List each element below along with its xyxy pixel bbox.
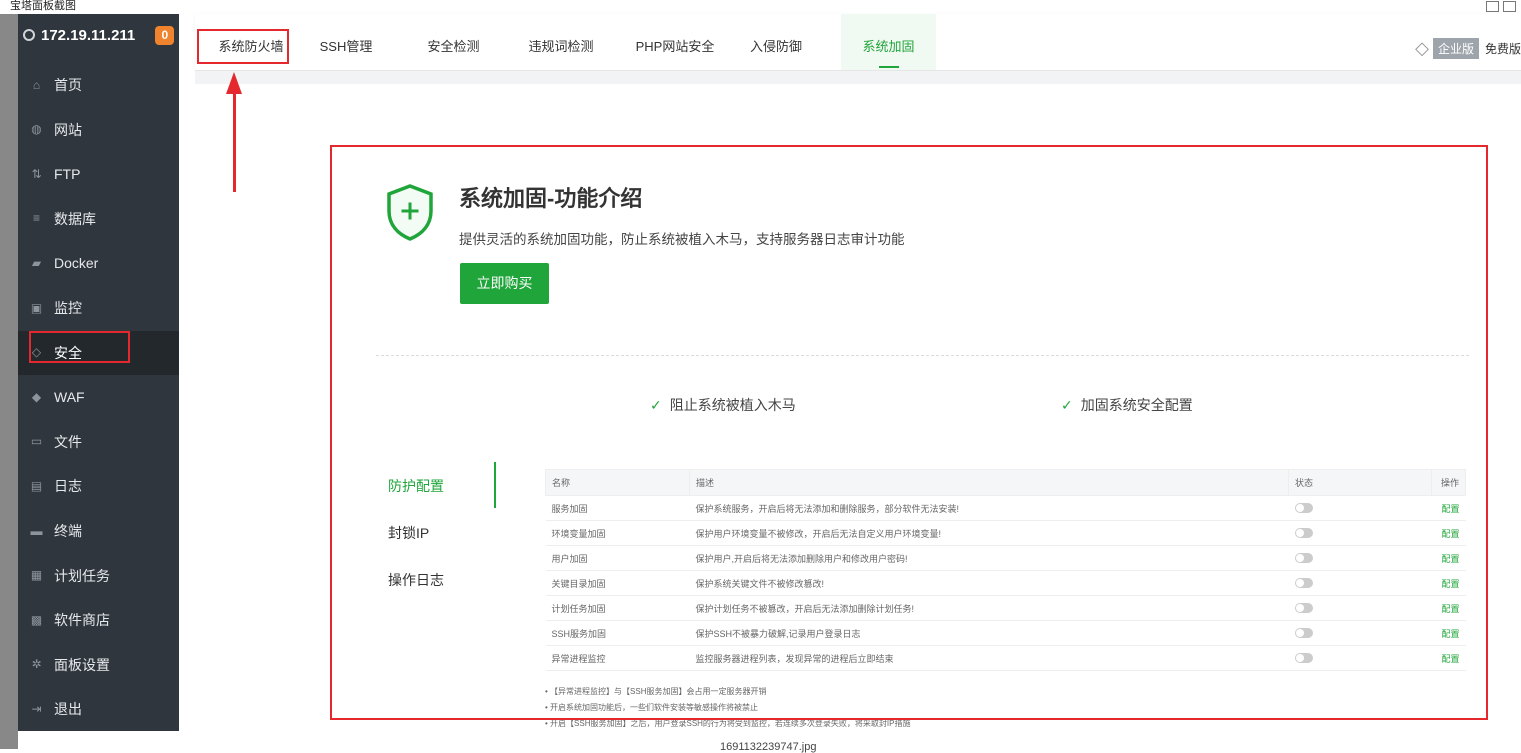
monitor-icon: ▣ [30,300,43,315]
sidebar-item[interactable]: ⌂ 首页 [18,63,179,107]
enterprise-label[interactable]: 企业版 [1432,37,1479,59]
docker-icon: ▰ [31,255,42,270]
annotation-box-content [330,145,1488,720]
tab[interactable]: 系统加固 [841,14,936,70]
sidebar-item[interactable]: ◆ WAF [18,375,179,419]
settings-icon: ✲ [31,657,42,672]
home-icon: ⌂ [32,77,41,92]
sidebar-item[interactable]: ▭ 文件 [18,420,179,464]
sidebar-item[interactable]: ▰ Docker [18,241,179,285]
sidebar-item-label: 软件商店 [54,612,110,629]
sidebar-item-label: 首页 [54,77,82,93]
minimize-icon[interactable] [1486,1,1499,12]
tab[interactable]: 违规词检测 [511,14,611,70]
database-icon: ≡ [32,211,40,226]
ftp-icon: ⇅ [31,166,42,181]
sidebar-item-label: Docker [54,255,99,272]
sidebar-item[interactable]: ✲ 面板设置 [18,643,179,687]
image-filename: 1691132239747.jpg [720,741,817,753]
annotation-arrow-head [226,72,242,94]
globe-icon: ◍ [31,122,42,137]
tab[interactable]: 安全检测 [411,14,496,70]
server-icon [23,29,35,41]
sidebar-item-label: FTP [54,166,81,183]
free-edition-label[interactable]: 免费版 [1485,40,1521,57]
maximize-icon[interactable] [1503,1,1516,12]
sidebar-item[interactable]: ▣ 监控 [18,286,179,330]
sidebar: 172.19.11.211 0 ⌂ 首页 ◍ 网站 ⇅ FTP ≡ 数据库 ▰ Docker ▣ 监控… [18,14,179,731]
sidebar-item[interactable]: ▩ 软件商店 [18,598,179,642]
sidebar-item-label: 网站 [54,121,82,138]
annotation-box-firewall-tab [197,29,289,64]
sidebar-item[interactable]: ⇅ FTP [18,152,179,196]
sidebar-item[interactable]: ◍ 网站 [18,108,179,152]
sidebar-item[interactable]: ≡ 数据库 [18,197,179,241]
left-edge [0,14,18,749]
tab[interactable]: 入侵防御 [741,14,811,70]
waf-shield-icon: ◆ [31,389,42,404]
annotation-arrow-line [233,92,236,192]
sidebar-item[interactable]: ▤ 日志 [18,464,179,508]
sidebar-item-label: 日志 [54,478,82,495]
terminal-icon: ▬ [30,523,43,538]
annotation-box-security-menu [29,331,130,363]
sidebar-item[interactable]: ▦ 计划任务 [18,554,179,598]
notification-badge[interactable]: 0 [155,25,175,45]
tab[interactable]: PHP网站安全 [620,14,730,70]
calendar-icon: ▦ [30,568,43,583]
folder-icon: ▭ [30,434,43,449]
content-top-band [195,71,1521,84]
diamond-icon: ◇ [1415,37,1429,58]
edition-area: ◇ 企业版 免费版 [1415,36,1521,60]
apps-icon: ▩ [30,612,43,627]
sidebar-item[interactable]: ▬ 终端 [18,509,179,553]
sidebar-item-label: 计划任务 [54,567,110,584]
log-icon: ▤ [30,478,43,493]
sidebar-item-label: 监控 [54,300,82,316]
sidebar-item-label: 文件 [54,433,82,450]
sidebar-item-label: 数据库 [54,210,96,227]
window-title-bar: 宝塔面板截图 [0,0,1521,14]
sidebar-item-label: 终端 [54,523,82,539]
sidebar-item-label: WAF [54,389,85,406]
sidebar-item-label: 面板设置 [54,656,110,673]
security-tabs: 系统防火墙 SSH管理 安全检测 违规词检测 PHP网站安全 入侵防御 系统加固 ◇ 企业版… [195,14,1521,71]
server-header: 172.19.11.211 0 [18,14,179,56]
tab[interactable]: SSH管理 [309,14,383,70]
sidebar-item-label: 退出 [54,701,82,718]
window-title: 宝塔面板截图 [10,0,76,12]
server-ip: 172.19.11.211 [41,26,136,44]
logout-icon: ⇥ [31,701,42,716]
sidebar-item[interactable]: ⇥ 退出 [18,687,179,731]
